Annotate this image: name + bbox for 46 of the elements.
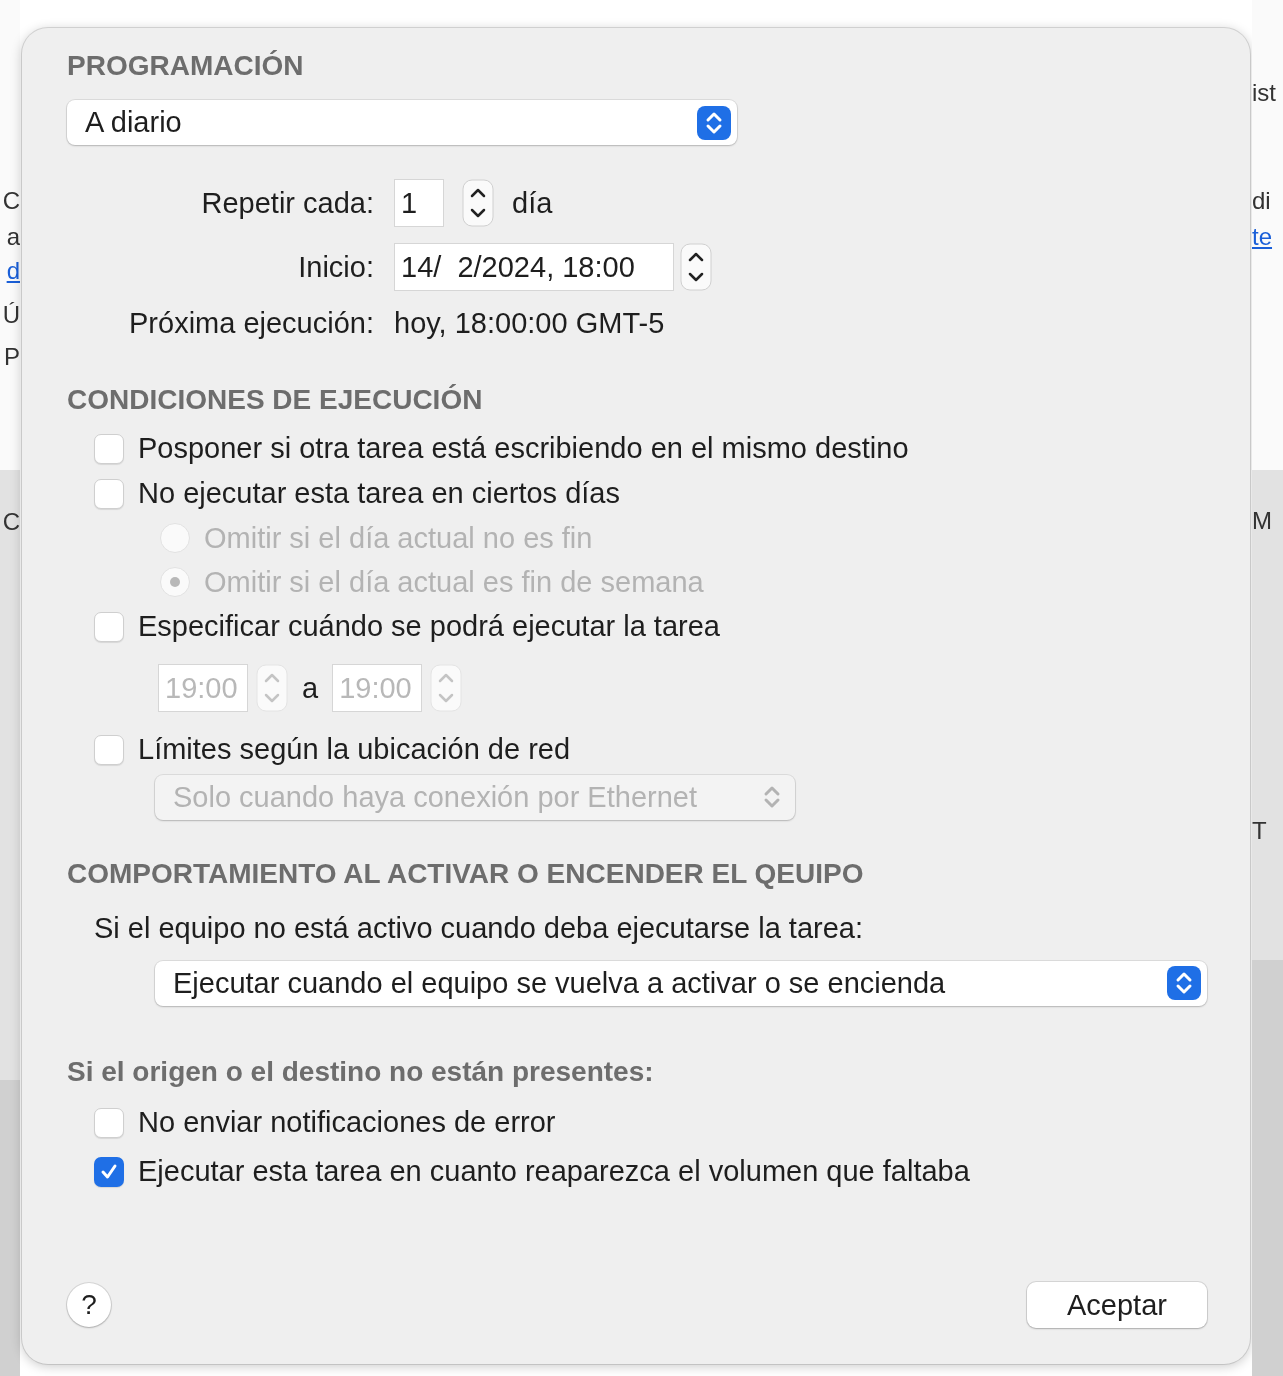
background-link[interactable]: te [1252,222,1283,252]
background-text: T [1252,816,1268,846]
background-link[interactable]: d [6,256,20,286]
field-label: Inicio: [297,250,374,284]
checkbox[interactable] [94,478,124,509]
background-text: a [6,222,20,252]
stepper-icon [697,105,731,140]
wake-action-dropdown[interactable]: Ejecutar cuando el equipo se vuelva a activar o se encienda [155,960,1207,1006]
next-run-value: hoy, 18:00:00 GMT-5 [394,307,666,340]
field-label: Repetir cada: [200,186,374,220]
stepper[interactable] [462,179,494,227]
background-text: P [4,342,20,372]
checkbox[interactable] [94,734,124,765]
help-button[interactable]: ? [67,1283,111,1327]
section-heading: COMPORTAMIENTO AL ACTIVAR O ENCENDER EL QEUIPO [67,858,865,890]
checkbox-label: Posponer si otra tarea está escribiendo en el mismo destino [138,432,909,465]
background-text: Ú [2,300,20,330]
radio-label: Omitir si el día actual no es fin [204,521,593,555]
accept-button[interactable]: Aceptar [1027,1282,1207,1328]
checkbox-label: No ejecutar esta tarea en ciertos días [138,477,620,510]
checkbox[interactable] [94,433,124,464]
section-heading: CONDICIONES DE EJECUCIÓN [67,384,484,416]
frequency-dropdown[interactable]: A diario [67,100,737,145]
prompt-text: Si el equipo no está activo cuando deba ejecutarse la tarea: [94,911,864,945]
checkbox[interactable] [94,1107,124,1138]
field-label: Próxima ejecución: [128,307,374,340]
background-text: C [2,507,20,537]
background-text: di [1252,186,1272,216]
unit-label: día [512,186,553,220]
checkbox-label: Límites según la ubicación de red [138,733,571,766]
stepper-icon [1167,966,1201,1000]
background-text: C [2,186,20,216]
background-text: ist [1252,78,1277,108]
repeat-field[interactable]: 1 [394,179,444,227]
range-separator: a [302,671,319,705]
radio-label: Omitir si el día actual es fin de semana [204,565,704,599]
start-date-field[interactable]: 14/ 2/2024, 18:00 [394,243,674,291]
section-heading: PROGRAMACIÓN [67,50,305,82]
checkbox-label: Especificar cuándo se podrá ejecutar la tarea [138,610,720,643]
checkbox-label: Ejecutar esta tarea en cuanto reaparezca el volumen que faltaba [138,1155,970,1188]
stepper[interactable] [680,243,712,291]
checkbox[interactable] [94,1156,124,1187]
background-text: M [1252,506,1273,536]
section-heading: Si el origen o el destino no están presentes: [67,1056,655,1088]
checkbox[interactable] [94,611,124,642]
checkbox-label: No enviar notificaciones de error [138,1106,556,1139]
